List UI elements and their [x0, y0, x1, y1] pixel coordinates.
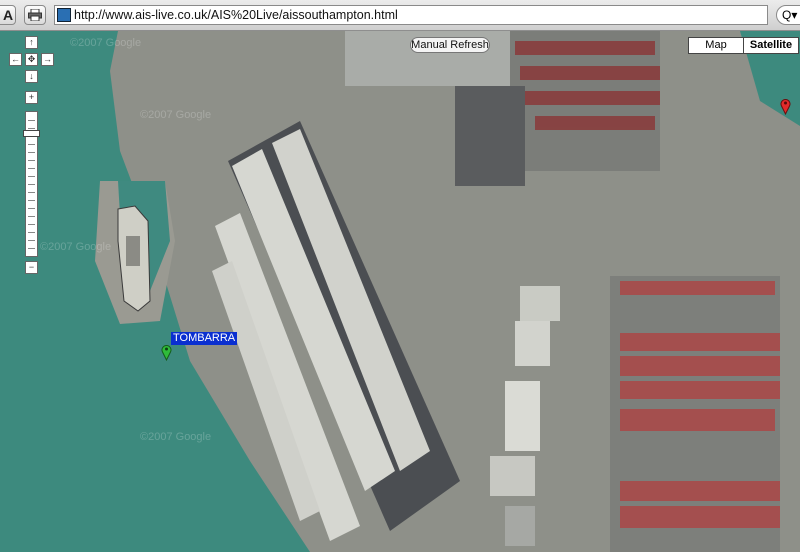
zoom-tick	[28, 240, 35, 241]
browser-toolbar: A http://www.ais-live.co.uk/AIS%20Live/a…	[0, 0, 800, 31]
zoom-tick	[28, 200, 35, 201]
address-bar[interactable]: http://www.ais-live.co.uk/AIS%20Live/ais…	[54, 5, 768, 25]
zoom-tick	[28, 152, 35, 153]
search-field[interactable]: Q▾	[776, 5, 800, 25]
pan-right-button[interactable]: →	[41, 53, 54, 66]
pan-down-button[interactable]: ↓	[25, 70, 38, 83]
zoom-tick	[28, 168, 35, 169]
pan-center-button[interactable]: ✥	[25, 53, 38, 66]
vessel-label-tombarra[interactable]: TOMBARRA	[171, 332, 238, 345]
red-pin-icon[interactable]	[780, 98, 791, 115]
zoom-tick	[28, 224, 35, 225]
printer-icon	[28, 9, 42, 21]
text-size-button[interactable]: A	[0, 5, 16, 25]
manual-refresh-button[interactable]: Manual Refresh	[410, 37, 490, 53]
map-watermark: ©2007 Google	[140, 431, 212, 443]
url-text: http://www.ais-live.co.uk/AIS%20Live/ais…	[74, 8, 398, 22]
pan-up-button[interactable]: ↑	[25, 36, 38, 49]
satellite-map[interactable]: ©2007 Google ©2007 Google ©2007 Google ©…	[0, 31, 800, 552]
search-icon: Q▾	[782, 8, 798, 22]
zoom-tick	[28, 192, 35, 193]
zoom-in-button[interactable]: +	[25, 91, 38, 104]
zoom-tick	[28, 216, 35, 217]
zoom-tick	[28, 232, 35, 233]
map-type-satellite-button[interactable]: Satellite	[743, 37, 799, 54]
zoom-tick	[28, 176, 35, 177]
zoom-tick	[28, 120, 35, 121]
satellite-imagery	[0, 31, 800, 552]
zoom-tick	[28, 160, 35, 161]
zoom-tick	[28, 144, 35, 145]
zoom-tick	[28, 128, 35, 129]
zoom-tick	[28, 184, 35, 185]
zoom-out-button[interactable]: −	[25, 261, 38, 274]
pan-left-button[interactable]: ←	[9, 53, 22, 66]
map-watermark: ©2007 Google	[40, 241, 112, 253]
map-watermark: ©2007 Google	[70, 37, 142, 49]
site-favicon-icon	[57, 8, 71, 22]
map-watermark: ©2007 Google	[140, 109, 212, 121]
zoom-tick	[28, 248, 35, 249]
green-pin-icon[interactable]	[161, 344, 172, 361]
map-type-map-button[interactable]: Map	[688, 37, 744, 54]
zoom-slider-handle[interactable]	[23, 130, 40, 137]
print-button[interactable]	[24, 5, 46, 25]
zoom-tick	[28, 208, 35, 209]
